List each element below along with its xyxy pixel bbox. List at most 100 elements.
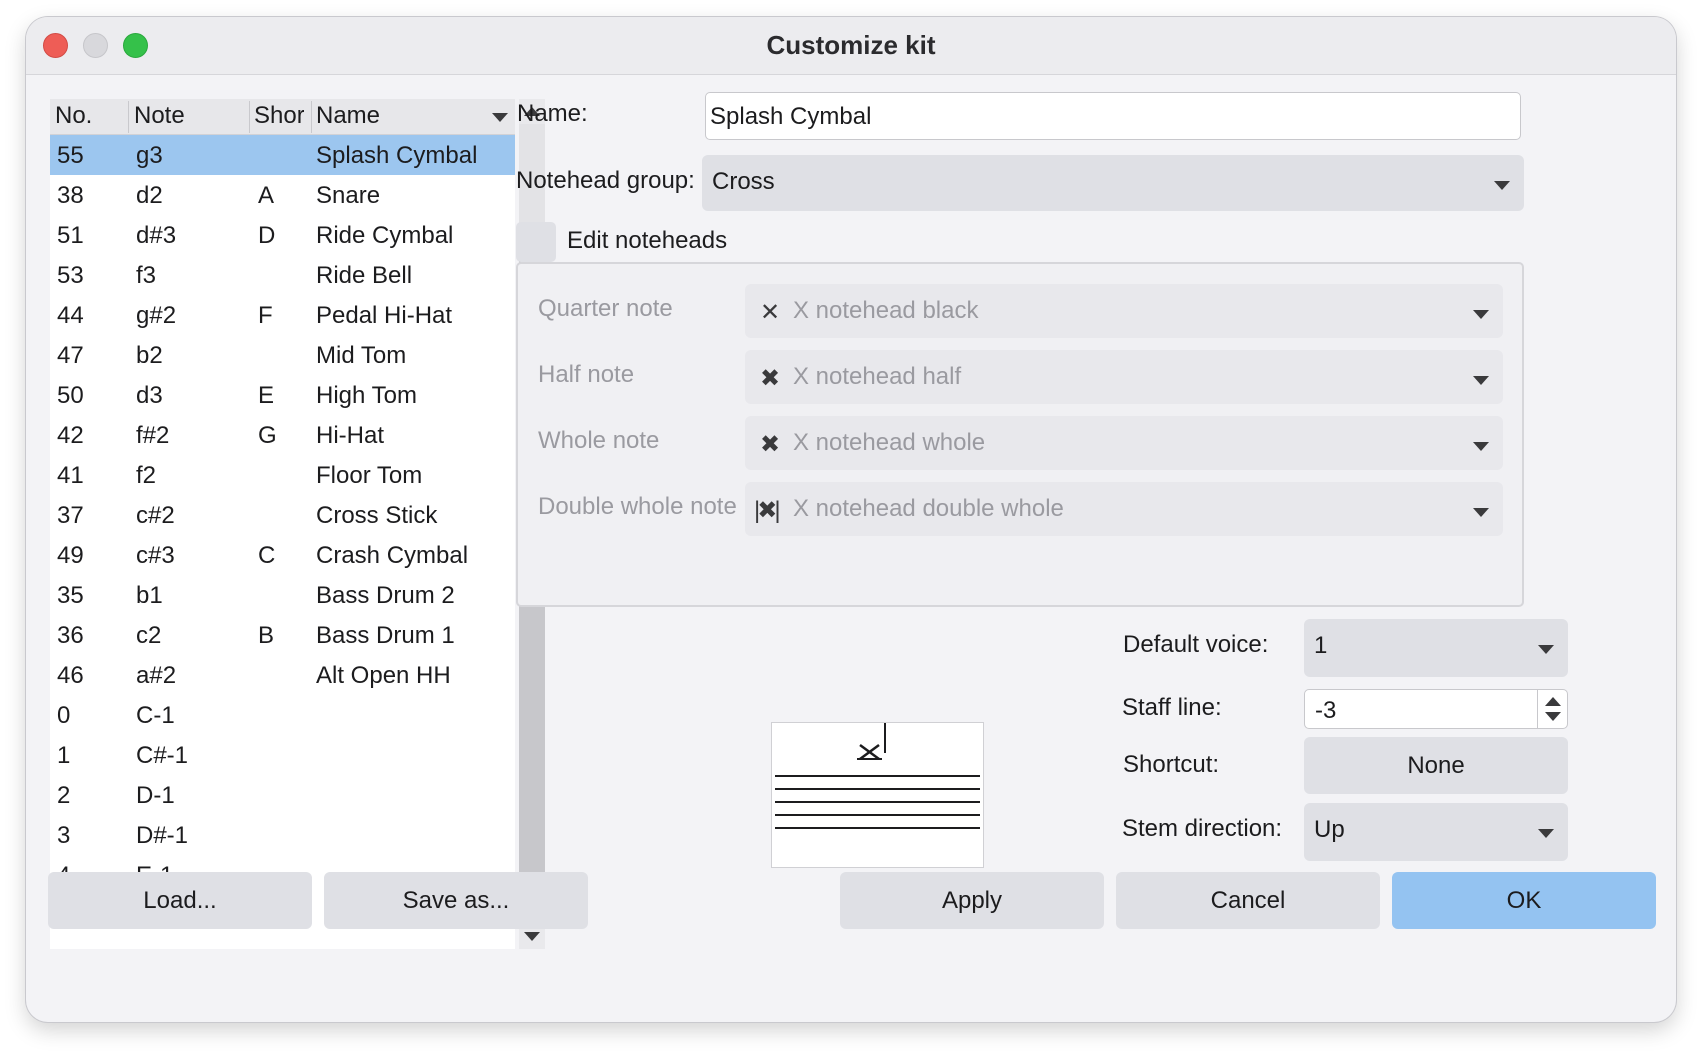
whole-note-label: Whole note <box>538 427 660 454</box>
row-name-cell: Cross Stick <box>316 502 438 529</box>
quarter-note-dropdown: ✕ X notehead black <box>745 284 1503 338</box>
row-number-cell: 55 <box>57 142 84 169</box>
table-row[interactable]: 35 b1 Bass Drum 2 <box>50 575 515 615</box>
half-note-dropdown: ✖ X notehead half <box>745 350 1503 404</box>
table-row[interactable]: 50 d3 E High Tom <box>50 375 515 415</box>
row-note-cell: f3 <box>136 262 157 289</box>
table-body: 55 g3 Splash Cymbal 38 d2 A Snare 51 d#3 D Ride Cy… <box>50 135 515 935</box>
apply-button[interactable]: Apply <box>840 872 1104 929</box>
row-shortcut-cell: C <box>258 542 276 569</box>
save-as-button[interactable]: Save as... <box>324 872 588 929</box>
table-row[interactable]: 55 g3 Splash Cymbal <box>50 135 515 175</box>
stem-direction-label: Stem direction: <box>1122 815 1283 842</box>
row-name-cell: Floor Tom <box>316 462 423 489</box>
row-number-cell: 35 <box>57 582 84 609</box>
cancel-button[interactable]: Cancel <box>1116 872 1380 929</box>
spinbox-arrows[interactable] <box>1537 690 1567 728</box>
customize-kit-dialog: Customize kit No. Note Shor Name 55 g3 Spl… <box>26 17 1676 1022</box>
row-note-cell: f#2 <box>136 422 170 449</box>
scroll-down-arrow-icon[interactable] <box>524 932 540 941</box>
increment-arrow-icon[interactable] <box>1545 697 1561 706</box>
notehead-group-dropdown[interactable]: Cross <box>702 155 1524 211</box>
staff-line-spinbox[interactable]: -3 <box>1304 689 1568 729</box>
staff-preview-image <box>775 723 980 829</box>
table-row[interactable]: 36 c2 B Bass Drum 1 <box>50 615 515 655</box>
row-name-cell: Splash Cymbal <box>316 142 478 169</box>
table-row[interactable]: 2 D-1 <box>50 775 515 815</box>
load-button[interactable]: Load... <box>48 872 312 929</box>
row-note-cell: b2 <box>136 342 163 369</box>
staff-line-value: -3 <box>1315 697 1337 724</box>
row-note-cell: C-1 <box>136 702 175 729</box>
row-number-cell: 50 <box>57 382 84 409</box>
column-header-no[interactable]: No. <box>55 102 125 130</box>
window-title: Customize kit <box>766 30 936 60</box>
row-note-cell: d2 <box>136 182 163 209</box>
row-shortcut-cell: F <box>258 302 273 329</box>
row-number-cell: 49 <box>57 542 84 569</box>
quarter-note-value: X notehead black <box>793 297 979 324</box>
table-row[interactable]: 0 C-1 <box>50 695 515 735</box>
table-row[interactable]: 3 D#-1 <box>50 815 515 855</box>
notehead-group-value: Cross <box>712 168 775 195</box>
whole-note-dropdown: ✖ X notehead whole <box>745 416 1503 470</box>
row-note-cell: c#2 <box>136 502 175 529</box>
row-name-cell: High Tom <box>316 382 417 409</box>
table-row[interactable]: 38 d2 A Snare <box>50 175 515 215</box>
edit-noteheads-checkbox[interactable] <box>516 222 556 262</box>
row-number-cell: 46 <box>57 662 84 689</box>
half-note-value: X notehead half <box>793 363 962 390</box>
table-row[interactable]: 37 c#2 Cross Stick <box>50 495 515 535</box>
row-note-cell: b1 <box>136 582 163 609</box>
row-note-cell: g3 <box>136 142 163 169</box>
title-bar: Customize kit <box>26 17 1676 75</box>
table-row[interactable]: 51 d#3 D Ride Cymbal <box>50 215 515 255</box>
row-number-cell: 53 <box>57 262 84 289</box>
double-whole-note-label: Double whole note <box>538 493 737 520</box>
row-number-cell: 44 <box>57 302 84 329</box>
table-row[interactable]: 47 b2 Mid Tom <box>50 335 515 375</box>
row-number-cell: 0 <box>57 702 71 729</box>
table-row[interactable]: 46 a#2 Alt Open HH <box>50 655 515 695</box>
row-name-cell: Snare <box>316 182 381 209</box>
shortcut-button[interactable]: None <box>1304 737 1568 794</box>
table-row[interactable]: 44 g#2 F Pedal Hi-Hat <box>50 295 515 335</box>
column-header-shortcut[interactable]: Shor <box>254 102 304 130</box>
chevron-down-icon <box>1473 508 1489 517</box>
name-input[interactable]: Splash Cymbal <box>705 92 1521 140</box>
chevron-down-icon <box>1473 442 1489 451</box>
column-separator[interactable] <box>311 101 312 133</box>
column-header-name[interactable]: Name <box>316 102 486 130</box>
row-note-cell: d3 <box>136 382 163 409</box>
chevron-down-icon <box>1473 376 1489 385</box>
quarter-note-label: Quarter note <box>538 295 673 322</box>
row-note-cell: a#2 <box>136 662 177 689</box>
ok-button[interactable]: OK <box>1392 872 1656 929</box>
double-whole-note-value: X notehead double whole <box>793 495 1064 522</box>
row-number-cell: 37 <box>57 502 84 529</box>
row-name-cell: Hi-Hat <box>316 422 385 449</box>
default-voice-label: Default voice: <box>1123 631 1269 658</box>
column-separator[interactable] <box>128 101 129 133</box>
column-header-note[interactable]: Note <box>134 102 244 130</box>
x-notehead-double-whole-icon: |✖| <box>754 497 781 524</box>
row-number-cell: 38 <box>57 182 84 209</box>
row-shortcut-cell: D <box>258 222 276 249</box>
row-note-cell: f2 <box>136 462 157 489</box>
x-notehead-half-icon: ✖ <box>760 365 781 392</box>
row-note-cell: C#-1 <box>136 742 189 769</box>
whole-note-value: X notehead whole <box>793 429 986 456</box>
column-separator[interactable] <box>249 101 250 133</box>
table-row[interactable]: 41 f2 Floor Tom <box>50 455 515 495</box>
table-row[interactable]: 42 f#2 G Hi-Hat <box>50 415 515 455</box>
table-row[interactable]: 49 c#3 C Crash Cymbal <box>50 535 515 575</box>
drum-list-table[interactable]: No. Note Shor Name 55 g3 Splash Cymbal 38 d2… <box>50 99 515 949</box>
table-row[interactable]: 53 f3 Ride Bell <box>50 255 515 295</box>
row-number-cell: 51 <box>57 222 84 249</box>
default-voice-dropdown[interactable]: 1 <box>1304 619 1568 677</box>
sort-descending-icon <box>492 113 508 122</box>
row-number-cell: 36 <box>57 622 84 649</box>
table-row[interactable]: 1 C#-1 <box>50 735 515 775</box>
stem-direction-dropdown[interactable]: Up <box>1304 803 1568 861</box>
decrement-arrow-icon[interactable] <box>1545 712 1561 721</box>
